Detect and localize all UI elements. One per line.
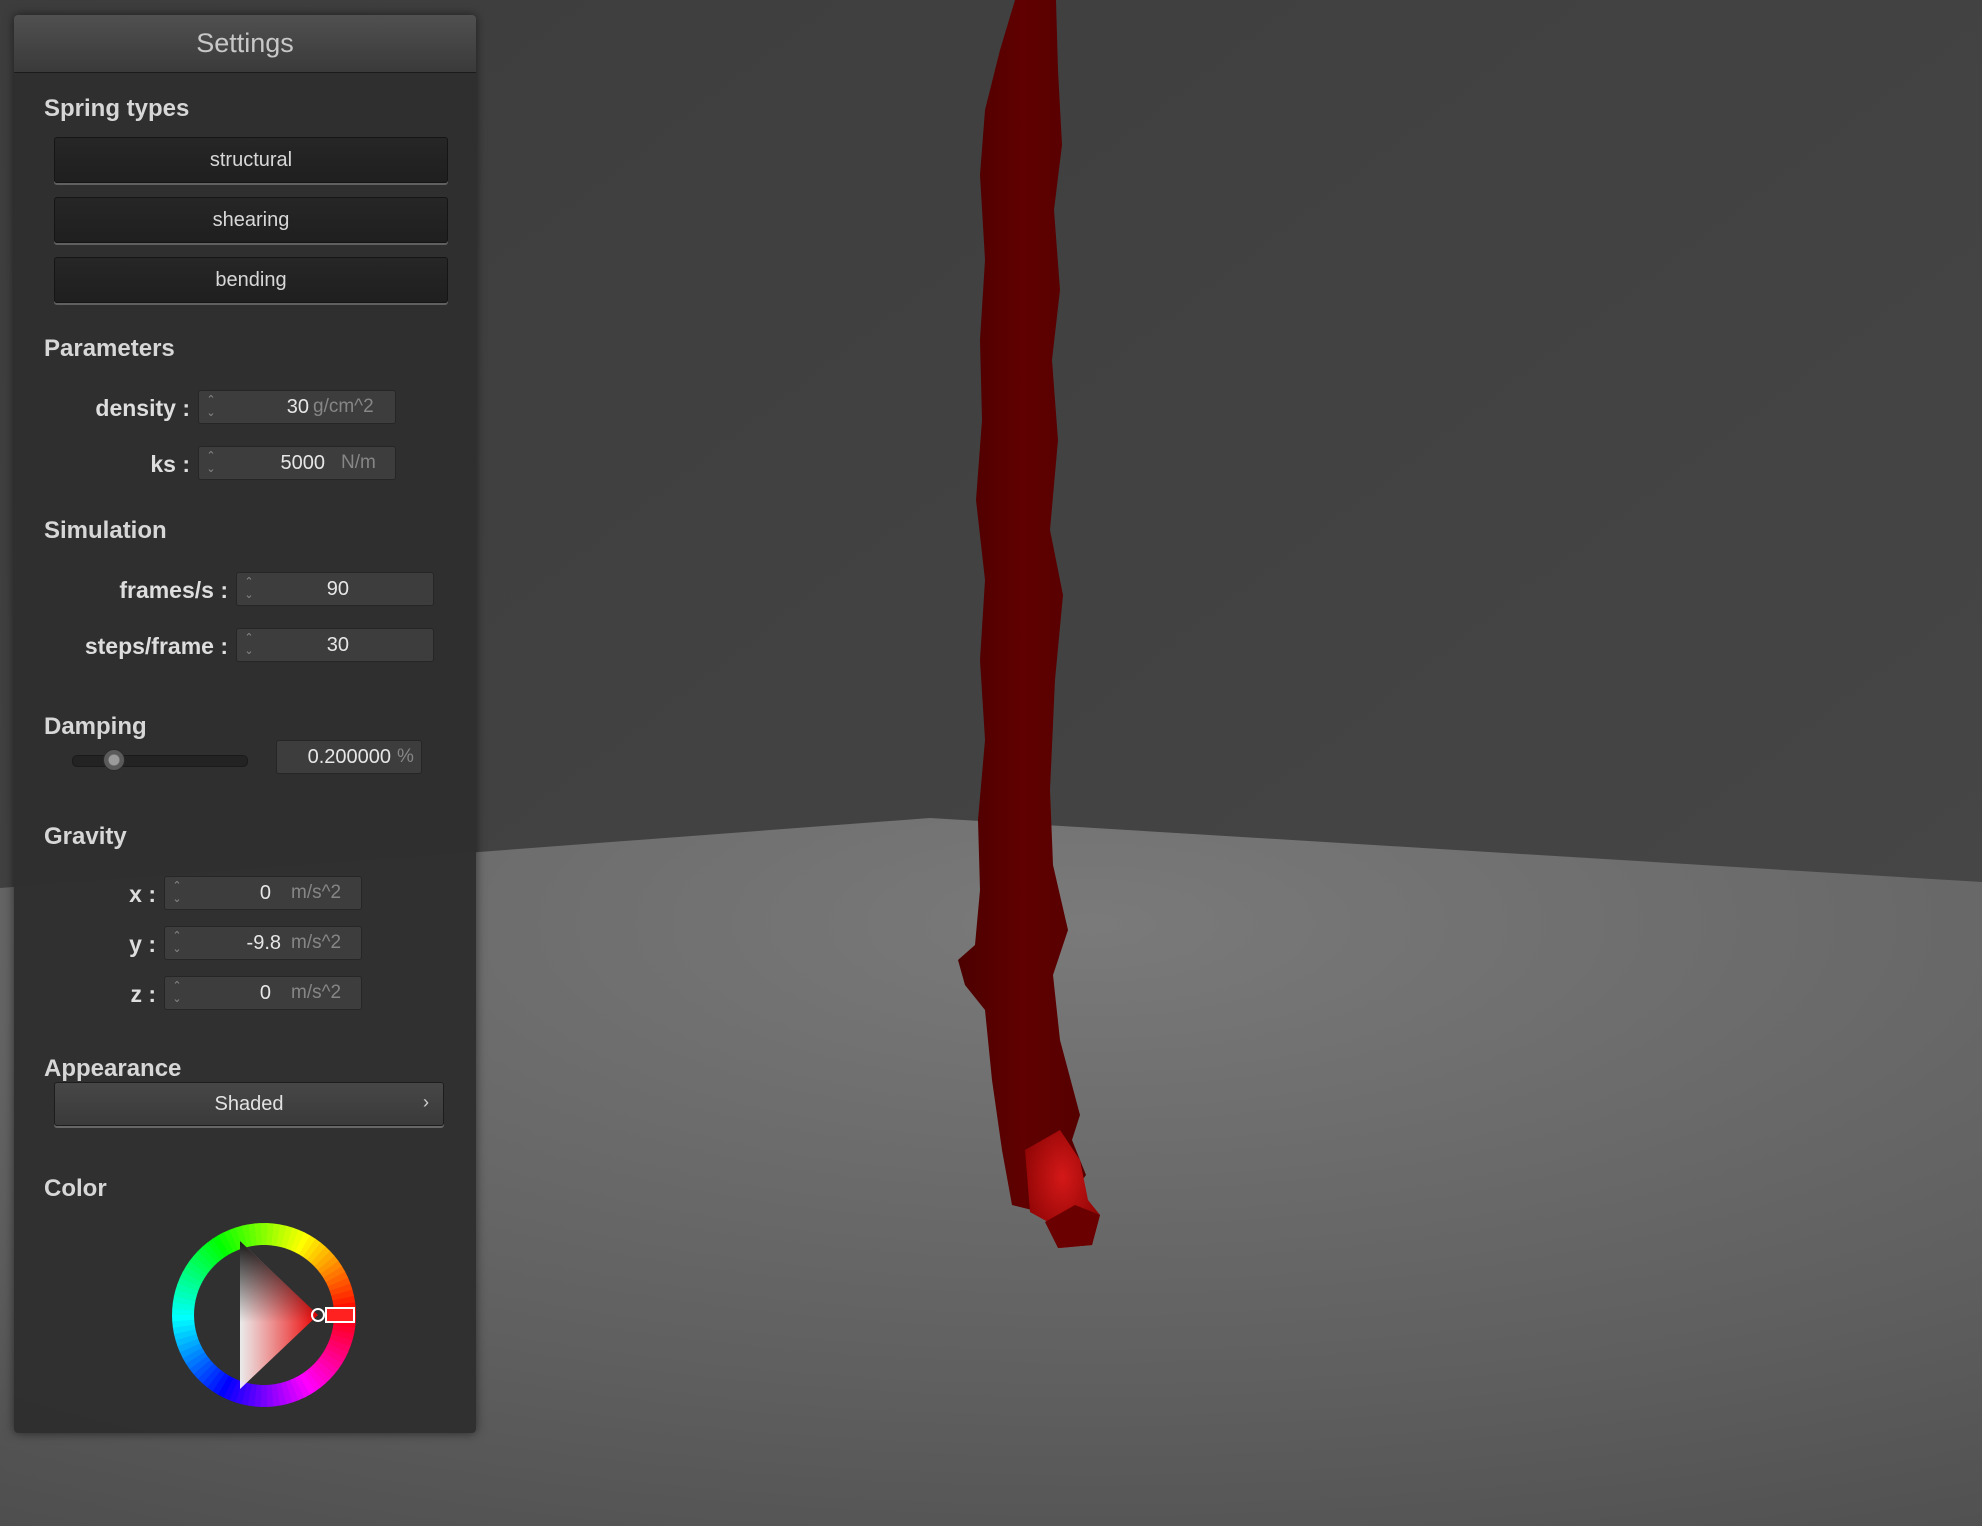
spin-arrows-icon[interactable]: ⌃ ⌄: [243, 632, 255, 660]
steps-spinbox[interactable]: ⌃ ⌄ 30: [236, 628, 434, 662]
gravity-x-label: x :: [129, 881, 156, 907]
appearance-selected: Shaded: [214, 1093, 284, 1115]
spin-arrows-icon[interactable]: ⌃ ⌄: [205, 450, 217, 478]
appearance-heading: Appearance: [44, 1055, 182, 1082]
gravity-x-spinbox[interactable]: ⌃ ⌄ 0 m/s^2: [164, 876, 362, 910]
gravity-y-unit: m/s^2: [291, 932, 342, 953]
spin-arrows-icon[interactable]: ⌃ ⌄: [205, 394, 217, 422]
damping-value-field[interactable]: 0.200000 %: [276, 740, 422, 774]
damping-slider-handle[interactable]: [103, 749, 126, 771]
gravity-heading: Gravity: [44, 823, 127, 850]
steps-label: steps/frame :: [84, 633, 228, 659]
steps-value: 30: [326, 634, 349, 656]
damping-slider[interactable]: [72, 749, 248, 771]
fps-label: frames/s :: [119, 577, 228, 603]
hue-selection-marker[interactable]: [325, 1307, 355, 1323]
appearance-dropdown[interactable]: Shaded ›: [54, 1082, 444, 1126]
hue-ring-segment[interactable]: [260, 1223, 268, 1246]
damping-value: 0.200000: [307, 746, 391, 768]
density-label: density :: [95, 395, 190, 421]
hue-ring-segment[interactable]: [260, 1384, 268, 1407]
settings-panel: Settings Spring types structural shearin…: [14, 15, 476, 1433]
damping-unit: %: [397, 746, 414, 767]
gravity-y-value: -9.8: [246, 932, 281, 954]
shearing-button[interactable]: shearing: [54, 197, 448, 243]
gravity-x-unit: m/s^2: [291, 882, 342, 903]
fps-spinbox[interactable]: ⌃ ⌄ 90: [236, 572, 434, 606]
density-spinbox[interactable]: ⌃ ⌄ 30 g/cm^2: [198, 390, 396, 424]
panel-title: Settings: [196, 28, 294, 58]
simulation-heading: Simulation: [44, 517, 167, 544]
spring-types-heading: Spring types: [44, 95, 190, 122]
spin-arrows-icon[interactable]: ⌃ ⌄: [171, 980, 183, 1008]
gravity-y-spinbox[interactable]: ⌃ ⌄ -9.8 m/s^2: [164, 926, 362, 960]
chevron-right-icon: ›: [423, 1092, 429, 1112]
spin-arrows-icon[interactable]: ⌃ ⌄: [171, 930, 183, 958]
ks-spinbox[interactable]: ⌃ ⌄ 5000 N/m: [198, 446, 396, 480]
spin-arrows-icon[interactable]: ⌃ ⌄: [243, 576, 255, 604]
saturation-value-triangle[interactable]: [240, 1241, 318, 1389]
gravity-z-spinbox[interactable]: ⌃ ⌄ 0 m/s^2: [164, 976, 362, 1010]
ks-value: 5000: [280, 452, 326, 474]
parameters-heading: Parameters: [44, 335, 175, 362]
color-heading: Color: [44, 1175, 107, 1202]
panel-titlebar[interactable]: Settings: [14, 15, 476, 73]
gravity-y-label: y :: [129, 931, 156, 957]
structural-button[interactable]: structural: [54, 137, 448, 183]
fps-value: 90: [326, 578, 349, 600]
gravity-z-unit: m/s^2: [291, 982, 342, 1003]
damping-heading: Damping: [44, 713, 147, 740]
gravity-z-label: z :: [130, 981, 156, 1007]
ks-unit: N/m: [341, 452, 376, 473]
spin-arrows-icon[interactable]: ⌃ ⌄: [171, 880, 183, 908]
ks-label: ks :: [150, 451, 190, 477]
gravity-z-value: 0: [259, 982, 271, 1004]
bending-button[interactable]: bending: [54, 257, 448, 303]
density-value: 30: [286, 396, 309, 418]
color-wheel-picker[interactable]: [154, 1207, 374, 1427]
density-unit: g/cm^2: [313, 396, 374, 417]
gravity-x-value: 0: [259, 882, 271, 904]
